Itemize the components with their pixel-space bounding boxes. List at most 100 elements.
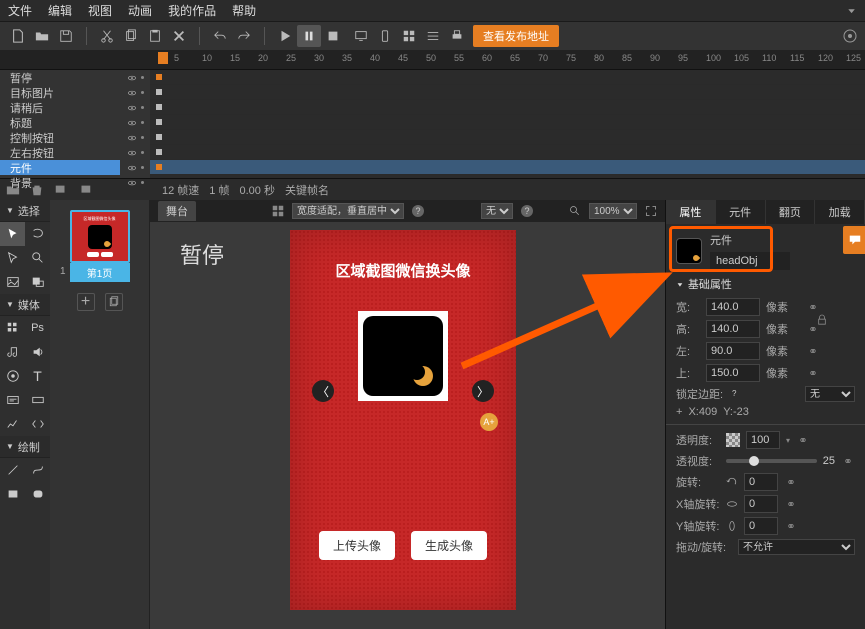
tab-pages[interactable]: 翻页 bbox=[766, 200, 816, 224]
image-tool[interactable] bbox=[0, 270, 25, 294]
link-icon[interactable]: ⚭ bbox=[784, 520, 798, 533]
layer-row[interactable]: 目标图片 bbox=[0, 85, 120, 100]
dup-page-button[interactable] bbox=[105, 293, 123, 311]
top-input[interactable] bbox=[706, 364, 760, 382]
add-page-button[interactable]: + bbox=[77, 293, 95, 311]
grid-tool[interactable] bbox=[0, 316, 25, 340]
ps-tool[interactable]: Ps bbox=[25, 316, 50, 340]
chart-tool[interactable] bbox=[0, 412, 25, 436]
link-icon[interactable]: ⚭ bbox=[841, 455, 855, 468]
eye-icon[interactable] bbox=[127, 133, 137, 143]
grid-icon[interactable] bbox=[272, 205, 284, 217]
undo-button[interactable] bbox=[208, 25, 232, 47]
code-tool[interactable] bbox=[25, 412, 50, 436]
roundrect-tool[interactable] bbox=[25, 482, 50, 506]
video-tool[interactable] bbox=[0, 364, 25, 388]
layer-row-selected[interactable]: 元件 bbox=[0, 160, 120, 175]
menu-works[interactable]: 我的作品 bbox=[168, 2, 216, 19]
trash-icon[interactable] bbox=[30, 183, 44, 197]
grid-button[interactable] bbox=[397, 25, 421, 47]
opacity-input[interactable] bbox=[746, 431, 780, 449]
menu-file[interactable]: 文件 bbox=[8, 2, 32, 19]
cut-button[interactable] bbox=[95, 25, 119, 47]
zoom-select[interactable]: 100% bbox=[589, 203, 637, 219]
eye-icon[interactable] bbox=[127, 73, 137, 83]
pointer-tool[interactable] bbox=[0, 222, 25, 246]
zoom-tool[interactable] bbox=[25, 246, 50, 270]
page-thumbnail[interactable]: 区域截图微信头像 bbox=[70, 210, 130, 263]
rotate-input[interactable] bbox=[744, 473, 778, 491]
perspective-slider[interactable] bbox=[726, 459, 817, 463]
generate-button[interactable]: 生成头像 bbox=[411, 531, 487, 560]
textbox-tool[interactable] bbox=[0, 388, 25, 412]
drag-select[interactable]: 不允许 bbox=[738, 539, 855, 555]
info-icon[interactable]: ? bbox=[732, 389, 743, 400]
fit-select[interactable]: 宽度适配，垂直居中 bbox=[292, 203, 404, 219]
feedback-button[interactable] bbox=[843, 226, 865, 254]
menu-help[interactable]: 帮助 bbox=[232, 2, 256, 19]
layer-row[interactable]: 暂停 bbox=[0, 70, 120, 85]
a-plus-badge[interactable]: A+ bbox=[480, 413, 498, 431]
folder-icon[interactable] bbox=[6, 183, 20, 197]
eye-icon[interactable] bbox=[127, 88, 137, 98]
element-name-input[interactable] bbox=[710, 252, 790, 270]
upload-button[interactable]: 上传头像 bbox=[319, 531, 395, 560]
search-icon[interactable] bbox=[569, 205, 581, 217]
stage-tab[interactable]: 舞台 bbox=[158, 201, 196, 221]
rotate-icon[interactable] bbox=[726, 476, 738, 488]
timeline-scale[interactable]: 5 10 15 20 25 30 35 40 45 50 55 60 65 70… bbox=[150, 50, 865, 69]
roty-icon[interactable] bbox=[726, 520, 738, 532]
menu-edit[interactable]: 编辑 bbox=[48, 2, 72, 19]
none-select[interactable]: 无 bbox=[481, 203, 513, 219]
rotx-icon[interactable] bbox=[726, 498, 738, 510]
playhead[interactable] bbox=[158, 52, 168, 64]
roty-input[interactable] bbox=[744, 517, 778, 535]
tab-load[interactable]: 加载 bbox=[815, 200, 865, 224]
stop-button[interactable] bbox=[321, 25, 345, 47]
tab-component[interactable]: 元件 bbox=[716, 200, 766, 224]
play-button[interactable] bbox=[273, 25, 297, 47]
menu-view[interactable]: 视图 bbox=[88, 2, 112, 19]
stack-icon[interactable] bbox=[54, 183, 68, 197]
open-button[interactable] bbox=[30, 25, 54, 47]
paste-button[interactable] bbox=[143, 25, 167, 47]
node-tool[interactable] bbox=[0, 246, 25, 270]
screen-button[interactable] bbox=[349, 25, 373, 47]
info-icon[interactable]: ? bbox=[412, 205, 424, 217]
preview-button[interactable]: 查看发布地址 bbox=[473, 25, 559, 47]
link-icon[interactable]: ⚭ bbox=[806, 367, 820, 380]
mask-tool[interactable] bbox=[25, 270, 50, 294]
curve-tool[interactable] bbox=[25, 458, 50, 482]
rect-tool[interactable] bbox=[0, 482, 25, 506]
eye-icon[interactable] bbox=[127, 118, 137, 128]
stack2-icon[interactable] bbox=[78, 183, 92, 197]
lock-select[interactable]: 无 bbox=[805, 386, 855, 402]
copy-button[interactable] bbox=[119, 25, 143, 47]
panel-collapse-icon[interactable]: ▼ bbox=[846, 7, 857, 14]
width-input[interactable] bbox=[706, 298, 760, 316]
menu-anim[interactable]: 动画 bbox=[128, 2, 152, 19]
left-input[interactable] bbox=[706, 342, 760, 360]
link-icon[interactable]: ⚭ bbox=[784, 498, 798, 511]
link-icon[interactable]: ⚭ bbox=[796, 434, 810, 447]
height-input[interactable] bbox=[706, 320, 760, 338]
link-icon[interactable]: ⚭ bbox=[806, 301, 820, 314]
eye-icon[interactable] bbox=[127, 148, 137, 158]
info-icon[interactable]: ? bbox=[521, 205, 533, 217]
input-tool[interactable] bbox=[25, 388, 50, 412]
tab-properties[interactable]: 属性 bbox=[666, 200, 716, 224]
prev-arrow[interactable]: 〈 bbox=[312, 380, 334, 402]
save-button[interactable] bbox=[54, 25, 78, 47]
sound-tool[interactable] bbox=[25, 340, 50, 364]
lasso-tool[interactable] bbox=[25, 222, 50, 246]
layer-row[interactable]: 左右按钮 bbox=[0, 145, 120, 160]
list-button[interactable] bbox=[421, 25, 445, 47]
delete-button[interactable] bbox=[167, 25, 191, 47]
redo-button[interactable] bbox=[232, 25, 256, 47]
text-tool[interactable]: T bbox=[25, 364, 50, 388]
layer-row[interactable]: 请稍后 bbox=[0, 100, 120, 115]
layer-row[interactable]: 标题 bbox=[0, 115, 120, 130]
avatar-frame[interactable] bbox=[358, 311, 448, 401]
lock-icon[interactable] bbox=[817, 314, 827, 326]
next-arrow[interactable]: 〉 bbox=[472, 380, 494, 402]
